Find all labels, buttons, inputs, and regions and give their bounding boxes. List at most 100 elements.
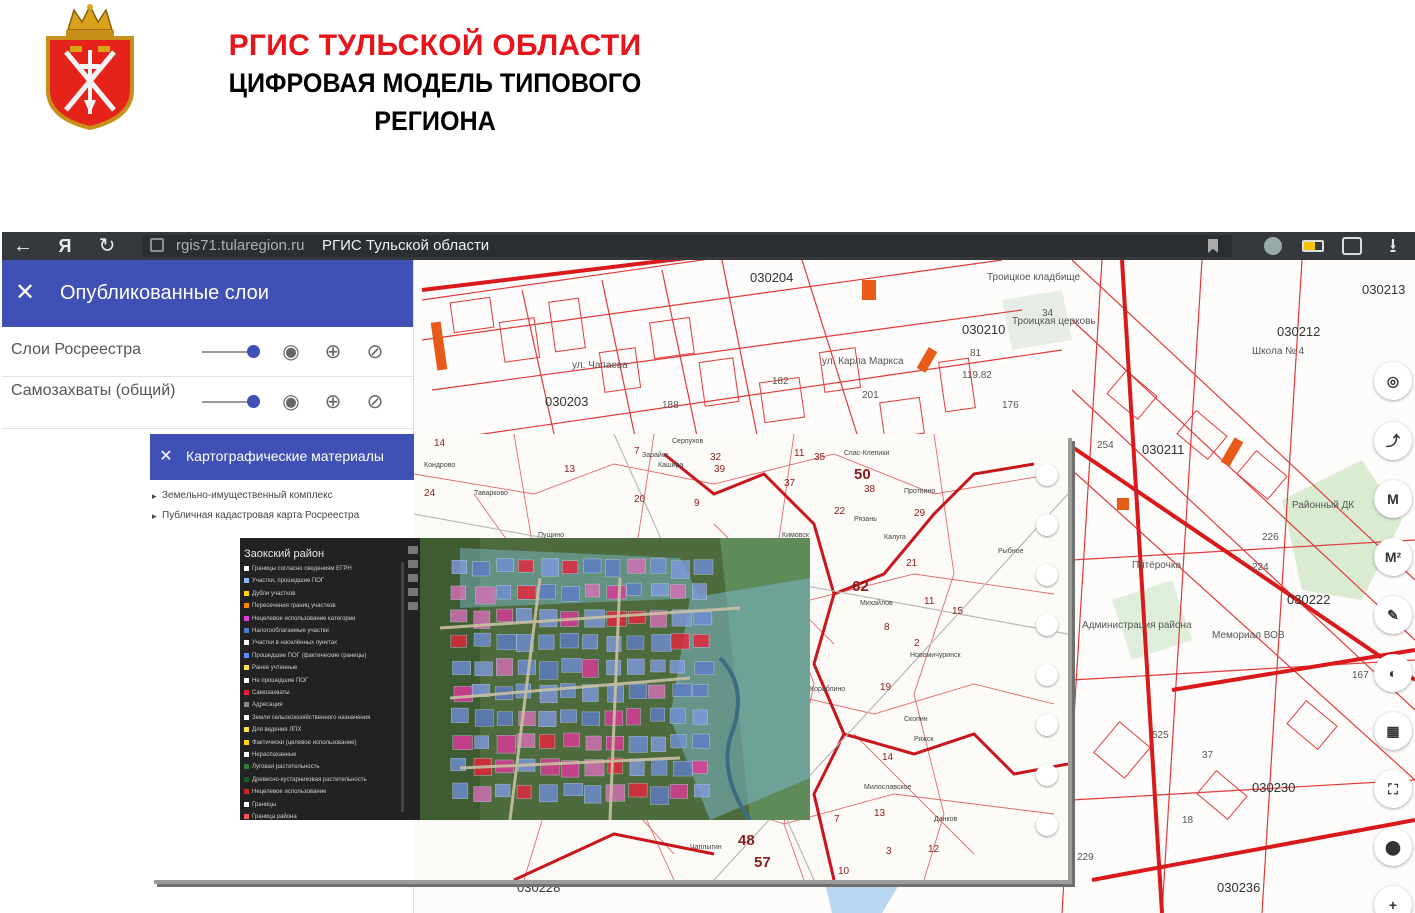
parcel[interactable] <box>669 784 688 799</box>
parcel[interactable] <box>651 634 672 652</box>
legend-item[interactable]: Адресация <box>244 702 283 708</box>
parcel[interactable] <box>606 610 627 627</box>
parcel[interactable] <box>539 784 558 803</box>
parcel[interactable] <box>474 735 490 749</box>
parcel[interactable] <box>605 736 624 751</box>
parcel[interactable] <box>628 736 648 753</box>
parcel[interactable] <box>561 560 579 574</box>
parcel[interactable] <box>581 711 601 726</box>
orthophoto-map[interactable] <box>420 538 810 820</box>
parcel[interactable] <box>650 558 667 574</box>
parcel[interactable] <box>560 709 577 723</box>
legend-item[interactable]: Нецелевое использование категории <box>244 615 355 622</box>
sidebar-toggle-icon[interactable] <box>1342 237 1362 255</box>
parcel[interactable] <box>585 735 602 751</box>
parcel[interactable] <box>584 785 602 804</box>
fullscreen-icon[interactable] <box>1036 764 1058 786</box>
legend-item[interactable]: Нецелевое использование <box>244 789 326 795</box>
eye-icon[interactable]: ◉ <box>278 339 304 365</box>
parcel[interactable] <box>538 710 557 727</box>
download-icon[interactable]: ⭳ <box>1380 234 1406 258</box>
legend-item[interactable]: Пересечения границ участков <box>244 603 336 609</box>
info-icon[interactable] <box>408 602 418 610</box>
external-icon[interactable]: ⤴ <box>1374 422 1412 460</box>
zoom-to-layer-icon[interactable]: ⊕ <box>320 339 346 365</box>
parcel[interactable] <box>650 736 667 753</box>
legend-item[interactable]: Границы согласно сведениям ЕГРН <box>244 566 352 572</box>
zoom-in-icon[interactable]: + <box>1374 886 1412 913</box>
parcel[interactable] <box>451 559 467 574</box>
parcel[interactable] <box>560 683 576 698</box>
yandex-icon[interactable]: Я <box>52 234 78 258</box>
legend-item[interactable]: Не прошедшие ПОГ <box>244 677 308 684</box>
parcel[interactable] <box>495 783 511 798</box>
parcel[interactable] <box>539 661 559 680</box>
legend-item[interactable]: Нераспаханные <box>244 752 296 758</box>
parcel[interactable] <box>537 584 556 600</box>
grid-icon[interactable] <box>408 546 418 554</box>
parcel[interactable] <box>473 786 492 802</box>
parcel[interactable] <box>648 684 666 699</box>
measure-length-icon[interactable] <box>1036 564 1058 586</box>
parcel[interactable] <box>559 632 579 649</box>
calendar-icon[interactable]: ▦ <box>1374 712 1412 750</box>
reload-button[interactable]: ↻ <box>94 234 120 258</box>
shapes-icon[interactable]: ◐ <box>1374 654 1412 692</box>
extension-icon[interactable] <box>1264 237 1282 255</box>
list-item[interactable]: Земельно-имущественный комплекс <box>150 486 414 506</box>
locate-icon[interactable]: ◎ <box>1374 362 1412 400</box>
parcel[interactable] <box>693 559 714 575</box>
parcel[interactable] <box>496 558 514 572</box>
address-bar[interactable]: rgis71.tularegion.ru РГИС Тульской облас… <box>142 235 1232 257</box>
parcel[interactable] <box>673 760 693 777</box>
measure-area-icon[interactable]: М² <box>1374 538 1412 576</box>
marker-icon[interactable] <box>1036 814 1058 836</box>
parcel[interactable] <box>650 707 665 722</box>
parcel[interactable] <box>539 734 556 749</box>
legend-item[interactable]: Самозахваты <box>244 690 290 696</box>
parcel[interactable] <box>561 586 580 602</box>
legend-item[interactable]: Прошедшие ПОГ (фактические границы) <box>244 652 366 659</box>
legend-item[interactable]: Границы <box>244 801 276 808</box>
legend-item[interactable]: Для ведения ЛПХ <box>244 727 301 733</box>
parcel[interactable] <box>694 661 715 676</box>
layer-hide-icon[interactable]: ⊘ <box>362 339 388 365</box>
legend-item[interactable]: Дубли участков <box>244 590 295 597</box>
parcel[interactable] <box>581 659 599 678</box>
parcel[interactable] <box>539 609 558 628</box>
close-icon[interactable]: ✕ <box>12 278 38 308</box>
legend-item[interactable]: Земли сельскохозяйственного назначения <box>244 714 370 721</box>
parcel[interactable] <box>669 660 685 674</box>
legend-item[interactable]: Участки, прошедшие ПОГ <box>244 578 324 584</box>
parcel[interactable] <box>605 559 621 578</box>
draw-icon[interactable] <box>1036 664 1058 686</box>
parcel[interactable] <box>450 585 466 600</box>
parcel[interactable] <box>563 783 584 796</box>
scrollbar[interactable] <box>401 562 404 812</box>
parcel[interactable] <box>450 609 468 623</box>
opacity-slider[interactable] <box>202 345 260 358</box>
list-item[interactable]: Публичная кадастровая карта Росреестра <box>150 506 414 526</box>
legend-item[interactable]: Граница района <box>244 814 297 820</box>
parcel[interactable] <box>496 608 513 622</box>
parcel[interactable] <box>692 709 708 726</box>
parcel[interactable] <box>628 683 648 699</box>
parcel[interactable] <box>496 711 513 726</box>
layer-hide-icon[interactable]: ⊘ <box>362 389 388 415</box>
eye-icon[interactable]: ◉ <box>278 389 304 415</box>
parcel[interactable] <box>651 583 669 597</box>
parcel[interactable] <box>670 633 690 650</box>
parcel[interactable] <box>582 634 599 650</box>
parcel[interactable] <box>496 633 517 651</box>
fullscreen-icon[interactable]: ⛶ <box>1374 770 1412 808</box>
parcel[interactable] <box>452 782 469 799</box>
layers-icon[interactable] <box>408 588 418 596</box>
parcel[interactable] <box>692 760 708 774</box>
parcel[interactable] <box>605 784 626 802</box>
parcel[interactable] <box>626 708 641 726</box>
opacity-slider[interactable] <box>202 395 260 408</box>
parcel[interactable] <box>541 558 559 577</box>
parcel[interactable] <box>452 660 471 676</box>
external-link-icon[interactable] <box>1036 514 1058 536</box>
parcel[interactable] <box>692 583 707 600</box>
